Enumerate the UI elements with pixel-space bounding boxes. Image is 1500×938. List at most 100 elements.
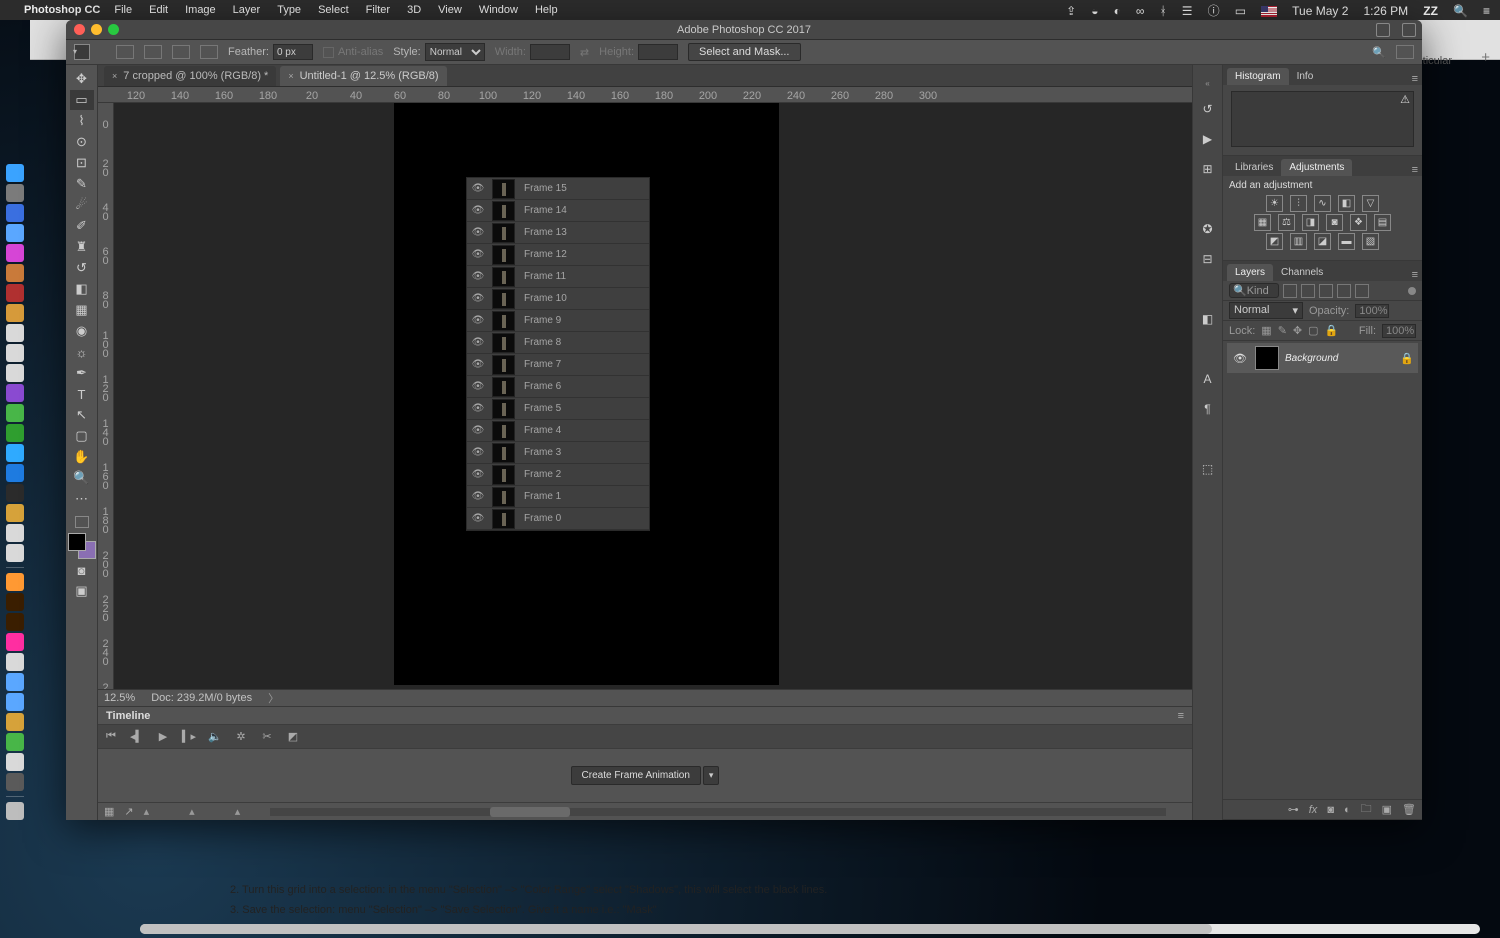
edit-toolbar-icon[interactable]: ⋯ bbox=[70, 489, 94, 509]
dock-app[interactable] bbox=[6, 404, 24, 422]
menu-image[interactable]: Image bbox=[185, 4, 216, 16]
float-layer-row[interactable]: 👁Frame 10 bbox=[467, 288, 649, 310]
character-panel-icon[interactable]: A bbox=[1199, 370, 1217, 388]
float-layer-row[interactable]: 👁Frame 15 bbox=[467, 178, 649, 200]
link-layers-icon[interactable]: ⊶ bbox=[1288, 803, 1299, 816]
opacity-input[interactable]: 100% bbox=[1355, 304, 1389, 318]
menu-3d[interactable]: 3D bbox=[407, 4, 421, 16]
dock-app[interactable] bbox=[6, 504, 24, 522]
visibility-eye-icon[interactable]: 👁 bbox=[467, 447, 489, 458]
filter-pixel-icon[interactable] bbox=[1283, 284, 1297, 298]
style-select[interactable]: Normal bbox=[425, 43, 485, 61]
float-layer-row[interactable]: 👁Frame 7 bbox=[467, 354, 649, 376]
history-panel-icon[interactable]: ↺ bbox=[1199, 100, 1217, 118]
share-icon[interactable] bbox=[1376, 23, 1390, 37]
swap-wh-icon[interactable]: ⇄ bbox=[580, 46, 589, 59]
zoom-level[interactable]: 12.5% bbox=[104, 692, 135, 704]
next-frame-icon[interactable]: ▍▸ bbox=[182, 730, 196, 743]
split-icon[interactable]: ✂ bbox=[260, 730, 274, 743]
dock-app[interactable] bbox=[6, 164, 24, 182]
selection-new-icon[interactable] bbox=[116, 45, 134, 59]
dock-app[interactable] bbox=[6, 184, 24, 202]
float-layer-row[interactable]: 👁Frame 0 bbox=[467, 508, 649, 530]
healing-tool[interactable]: ☄ bbox=[70, 195, 94, 215]
info-tab[interactable]: Info bbox=[1289, 68, 1322, 85]
layers-tab[interactable]: Layers bbox=[1227, 264, 1273, 281]
browser-scrollbar[interactable] bbox=[140, 924, 1480, 934]
audio-icon[interactable]: 🔈 bbox=[208, 730, 222, 743]
dodge-tool[interactable]: ☼ bbox=[70, 342, 94, 362]
menu-file[interactable]: File bbox=[114, 4, 132, 16]
go-first-icon[interactable]: ⏮ bbox=[104, 730, 118, 743]
visibility-eye-icon[interactable]: 👁 bbox=[467, 425, 489, 436]
dock-app[interactable] bbox=[6, 264, 24, 282]
visibility-eye-icon[interactable]: 👁 bbox=[467, 491, 489, 502]
bluetooth-icon[interactable]: ᚼ bbox=[1160, 4, 1167, 18]
adj-levels-icon[interactable]: ⫶ bbox=[1290, 195, 1307, 212]
timeline-menu-icon[interactable]: ≡ bbox=[1178, 710, 1184, 722]
prev-frame-icon[interactable]: ◂▍ bbox=[130, 730, 144, 743]
filter-smart-icon[interactable] bbox=[1355, 284, 1369, 298]
dock-app[interactable] bbox=[6, 653, 24, 671]
channels-tab[interactable]: Channels bbox=[1273, 264, 1331, 281]
histogram-tab[interactable]: Histogram bbox=[1227, 68, 1289, 85]
visibility-eye-icon[interactable]: 👁 bbox=[467, 183, 489, 194]
adj-gradmap-icon[interactable]: ▬ bbox=[1338, 233, 1355, 250]
lock-art-icon[interactable]: ▢ bbox=[1308, 324, 1318, 337]
dock-app[interactable] bbox=[6, 384, 24, 402]
menu-filter[interactable]: Filter bbox=[366, 4, 390, 16]
visibility-eye-icon[interactable]: 👁 bbox=[467, 227, 489, 238]
filter-shape-icon[interactable] bbox=[1337, 284, 1351, 298]
dock-app[interactable] bbox=[6, 524, 24, 542]
timeline-render-icon[interactable]: ↗ bbox=[124, 805, 133, 818]
trash-icon[interactable]: 🗑 bbox=[1402, 803, 1416, 816]
dock-app[interactable] bbox=[6, 364, 24, 382]
adj-exposure-icon[interactable]: ◧ bbox=[1338, 195, 1355, 212]
swatches-panel-icon[interactable]: ⊟ bbox=[1199, 250, 1217, 268]
dock-app[interactable] bbox=[6, 544, 24, 562]
paragraph-panel-icon[interactable]: ¶ bbox=[1199, 400, 1217, 418]
dock-app[interactable] bbox=[6, 284, 24, 302]
marquee-tool[interactable]: ▭ bbox=[70, 90, 94, 110]
notification-center-icon[interactable]: ≡ bbox=[1483, 4, 1490, 18]
status-icon[interactable]: ◐ bbox=[1114, 4, 1121, 18]
visibility-eye-icon[interactable]: 👁 bbox=[467, 249, 489, 260]
dock-app[interactable] bbox=[6, 633, 24, 651]
float-layer-row[interactable]: 👁Frame 2 bbox=[467, 464, 649, 486]
visibility-eye-icon[interactable]: 👁 bbox=[467, 337, 489, 348]
dock-app[interactable] bbox=[6, 573, 24, 591]
dock-app[interactable] bbox=[6, 304, 24, 322]
wifi-icon[interactable]: ☰ bbox=[1182, 4, 1193, 18]
menu-type[interactable]: Type bbox=[277, 4, 301, 16]
new-layer-icon[interactable]: ▣ bbox=[1382, 803, 1392, 816]
menubar-user[interactable]: ZZ bbox=[1423, 4, 1438, 18]
input-source-flag-icon[interactable] bbox=[1261, 6, 1277, 17]
dock-app[interactable] bbox=[6, 773, 24, 791]
lock-all-icon[interactable]: 🔒 bbox=[1325, 324, 1339, 337]
adj-balance-icon[interactable]: ⚖ bbox=[1278, 214, 1295, 231]
canvas[interactable]: 👁Frame 15👁Frame 14👁Frame 13👁Frame 12👁Fra… bbox=[114, 103, 1192, 689]
float-layer-row[interactable]: 👁Frame 13 bbox=[467, 222, 649, 244]
wechat-icon[interactable]: ◒ bbox=[1091, 4, 1098, 18]
adj-invert-icon[interactable]: ◩ bbox=[1266, 233, 1283, 250]
dock-app[interactable] bbox=[6, 593, 24, 611]
ruler-horizontal[interactable]: 1201401601802040608010012014016018020022… bbox=[98, 87, 1192, 103]
quick-select-tool[interactable]: ⊙ bbox=[70, 132, 94, 152]
create-animation-dropdown[interactable]: ▾ bbox=[703, 766, 720, 785]
antialias-checkbox-label[interactable]: Anti-alias bbox=[338, 46, 383, 58]
menu-window[interactable]: Window bbox=[479, 4, 518, 16]
float-layer-row[interactable]: 👁Frame 6 bbox=[467, 376, 649, 398]
menu-help[interactable]: Help bbox=[535, 4, 558, 16]
window-close-button[interactable] bbox=[74, 24, 85, 35]
screenmode-icon[interactable]: ▣ bbox=[70, 581, 94, 601]
hand-tool[interactable]: ✋ bbox=[70, 447, 94, 467]
dock-app[interactable] bbox=[6, 244, 24, 262]
feather-input[interactable] bbox=[273, 44, 313, 60]
visibility-eye-icon[interactable]: 👁 bbox=[467, 403, 489, 414]
visibility-eye-icon[interactable]: 👁 bbox=[467, 469, 489, 480]
panel-menu-icon[interactable]: ≡ bbox=[1408, 269, 1422, 281]
search-icon[interactable]: 🔍 bbox=[1372, 46, 1386, 59]
group-icon[interactable]: 🗀 bbox=[1361, 800, 1372, 819]
dock-trash[interactable] bbox=[6, 802, 24, 820]
color-panel-icon[interactable]: ◧ bbox=[1199, 310, 1217, 328]
